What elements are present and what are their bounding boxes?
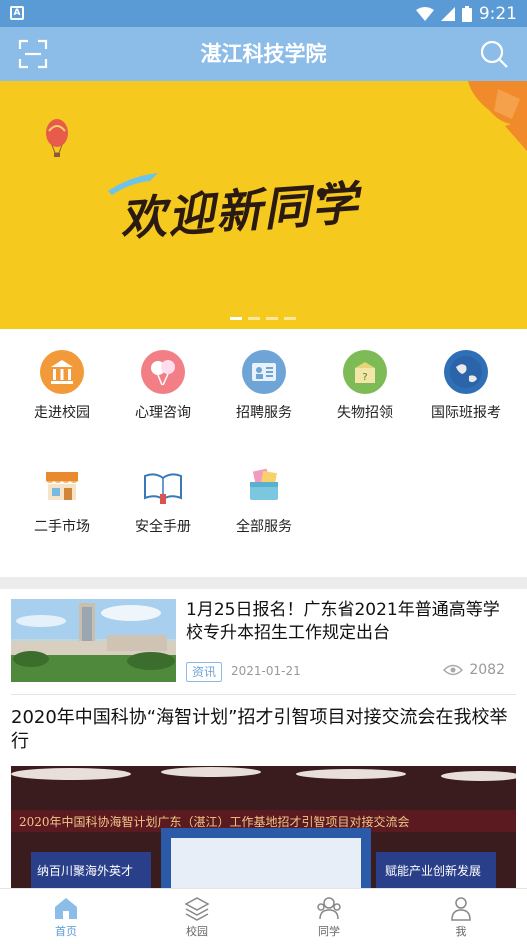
campus-building-icon (40, 350, 84, 394)
service-counseling[interactable]: 心理咨询 (113, 350, 213, 422)
market-stall-icon (40, 464, 84, 508)
carousel-dot[interactable] (248, 317, 260, 320)
news-separator (11, 694, 516, 695)
service-grid: 走进校园 心理咨询 招聘服务 ? 失物招领 国际班报考 二手市场 安全手册 全部… (0, 329, 527, 577)
service-label: 走进校园 (34, 405, 90, 421)
service-campus[interactable]: 走进校园 (12, 350, 112, 422)
page-title: 湛江科技学院 (200, 42, 327, 66)
app-header: 湛江科技学院 (0, 27, 527, 81)
photo-sign-left: 纳百川聚海外英才 (37, 864, 134, 878)
service-all[interactable]: 全部服务 (214, 464, 314, 536)
recruitment-icon (242, 350, 286, 394)
open-book-icon (141, 464, 185, 508)
bottom-navigation: 首页 校园 同学 我 (0, 888, 527, 943)
all-services-icon (242, 464, 286, 508)
news-item[interactable]: 1月25日报名！广东省2021年普通高等学校专升本招生工作规定出台 资讯 202… (0, 589, 527, 695)
lost-found-icon: ? (343, 350, 387, 394)
tab-campus[interactable]: 校园 (157, 889, 237, 944)
views-count: 2082 (469, 662, 505, 678)
service-label: 招聘服务 (236, 405, 292, 421)
search-icon (480, 40, 508, 68)
service-label: 国际班报考 (431, 405, 501, 421)
status-time: 9:21 (478, 4, 517, 24)
carousel-dot[interactable] (230, 317, 242, 320)
eye-icon (443, 664, 464, 676)
news-thumbnail (11, 599, 176, 682)
tab-me[interactable]: 我 (421, 889, 501, 944)
service-recruitment[interactable]: 招聘服务 (214, 350, 314, 422)
carousel-dot[interactable] (266, 317, 278, 320)
classmates-icon (316, 895, 342, 921)
service-label: 心理咨询 (135, 405, 191, 421)
service-label: 失物招领 (337, 405, 393, 421)
tab-home[interactable]: 首页 (26, 889, 106, 944)
notification-icon: A (10, 6, 24, 20)
news-photo[interactable]: 2020年中国科协海智计划广东（湛江）工作基地招才引智项目对接交流会 纳百川聚海… (11, 766, 516, 890)
service-second-hand[interactable]: 二手市场 (12, 464, 112, 536)
service-safety-handbook[interactable]: 安全手册 (113, 464, 213, 536)
news-title[interactable]: 2020年中国科协“海智计划”招才引智项目对接交流会在我校举行 (11, 706, 516, 754)
signal-icon (440, 7, 455, 21)
news-tag: 资讯 (186, 662, 223, 682)
service-international[interactable]: 国际班报考 (416, 350, 516, 422)
tab-classmates[interactable]: 同学 (289, 889, 369, 944)
section-divider (0, 577, 527, 589)
home-icon (53, 895, 79, 921)
svg-text:?: ? (362, 372, 367, 383)
service-lost-found[interactable]: ? 失物招领 (315, 350, 415, 422)
search-button[interactable] (479, 39, 509, 69)
globe-icon (444, 350, 488, 394)
photo-banner-caption: 2020年中国科协海智计划广东（湛江）工作基地招才引智项目对接交流会 (19, 815, 410, 829)
battery-icon (461, 6, 472, 22)
tab-label: 同学 (318, 925, 340, 938)
news-views: 2082 (443, 662, 505, 678)
tab-label: 校园 (186, 925, 208, 938)
carousel-dot[interactable] (284, 317, 296, 320)
photo-sign-right: 赋能产业创新发展 (385, 864, 482, 878)
layers-icon (184, 895, 210, 921)
status-bar: A 9:21 (0, 0, 527, 27)
news-date: 2021-01-21 (231, 664, 301, 678)
wifi-icon (415, 7, 434, 21)
balloon-heart-icon (141, 350, 185, 394)
carousel-indicator (230, 317, 296, 320)
service-label: 安全手册 (135, 519, 191, 535)
profile-icon (448, 895, 474, 921)
tab-label: 首页 (55, 925, 77, 938)
service-label: 全部服务 (236, 519, 292, 535)
service-label: 二手市场 (34, 519, 90, 535)
tab-label: 我 (455, 925, 467, 938)
banner-carousel[interactable]: 欢迎新同学 (0, 81, 527, 329)
news-title: 1月25日报名！广东省2021年普通高等学校专升本招生工作规定出台 (186, 600, 500, 643)
